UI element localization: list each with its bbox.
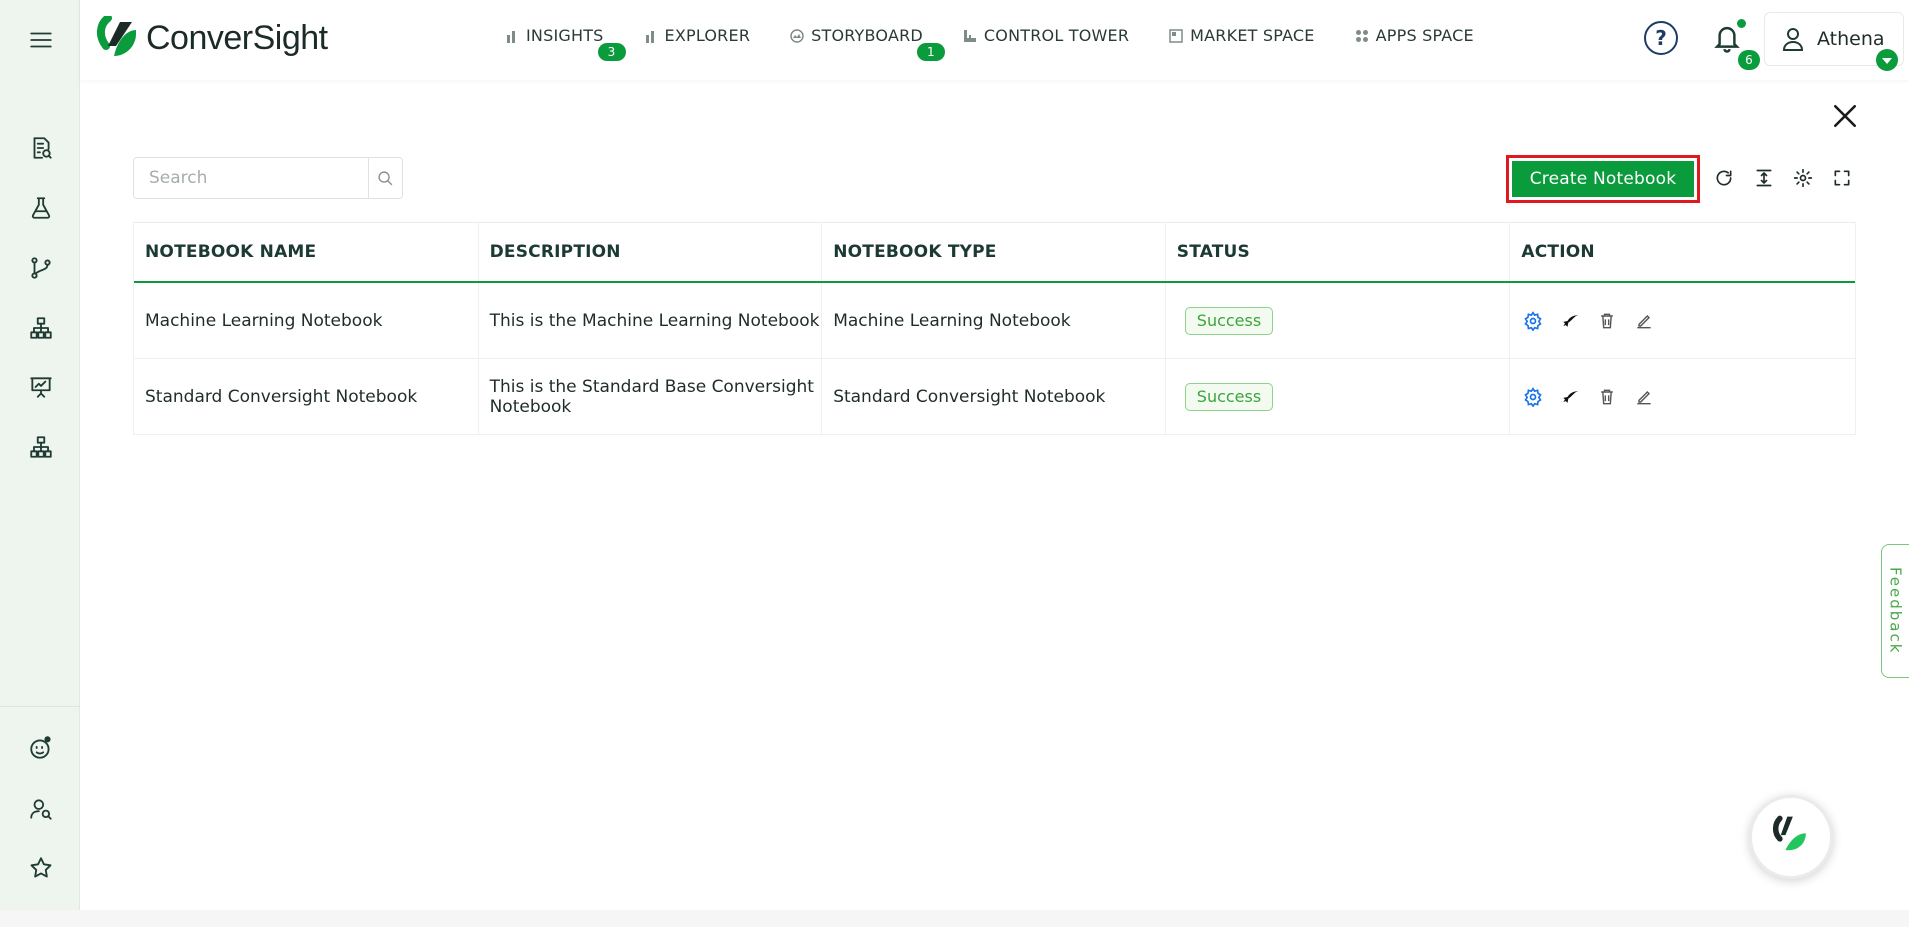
settings-gear-icon[interactable] <box>1791 166 1815 190</box>
search-icon <box>378 170 393 185</box>
nav-label: APPS SPACE <box>1375 26 1474 45</box>
config-gear-icon[interactable] <box>1522 386 1544 408</box>
left-sidebar <box>0 0 80 910</box>
nav-label: EXPLORER <box>664 26 751 45</box>
nav-storyboard[interactable]: STORYBOARD 1 <box>790 26 945 61</box>
nav-badge: 1 <box>916 43 945 61</box>
control-tower-icon <box>963 29 977 43</box>
bar-chart-icon <box>505 29 519 43</box>
feedback-tab[interactable]: Feedback <box>1881 544 1909 678</box>
user-menu-caret-icon[interactable] <box>1876 49 1898 71</box>
presentation-icon[interactable] <box>27 373 55 401</box>
nav-label: MARKET SPACE <box>1190 26 1315 45</box>
storyboard-icon <box>790 28 804 43</box>
column-header-description[interactable]: DESCRIPTION <box>479 223 823 281</box>
action-cell <box>1510 283 1855 358</box>
notebook-name: Machine Learning Notebook <box>134 283 479 358</box>
action-cell <box>1510 359 1855 434</box>
assistant-logo-icon <box>1772 815 1806 851</box>
search-box <box>133 157 403 199</box>
delete-trash-icon[interactable] <box>1596 310 1618 332</box>
menu-icon[interactable] <box>27 26 55 54</box>
refresh-icon[interactable] <box>1712 166 1736 190</box>
search-button[interactable] <box>368 158 402 198</box>
create-notebook-highlight: Create Notebook <box>1506 155 1700 203</box>
notebook-table: NOTEBOOK NAME DESCRIPTION NOTEBOOK TYPE … <box>133 222 1856 435</box>
bar-chart-icon <box>644 29 658 43</box>
market-icon <box>1169 28 1183 43</box>
status-badge: Success <box>1184 306 1274 335</box>
notebook-description: This is the Machine Learning Notebook <box>479 283 823 358</box>
brand-name: ConverSight <box>146 18 328 57</box>
nav-label: INSIGHTS <box>526 26 604 45</box>
assistant-face-icon[interactable] <box>27 734 55 762</box>
brand-logo[interactable]: ConverSight <box>94 14 328 60</box>
nav-control-tower[interactable]: CONTROL TOWER <box>963 26 1129 45</box>
fullscreen-icon[interactable] <box>1830 166 1854 190</box>
status-badge: Success <box>1184 382 1274 411</box>
user-search-icon[interactable] <box>27 795 55 823</box>
grid-icon <box>1355 29 1369 43</box>
nav-explorer[interactable]: EXPLORER <box>644 26 751 45</box>
branch-icon[interactable] <box>27 254 55 282</box>
notification-bell-icon[interactable] <box>1712 22 1742 56</box>
user-icon <box>1782 28 1804 51</box>
edit-pencil-icon[interactable] <box>1633 386 1655 408</box>
star-icon[interactable] <box>27 854 55 882</box>
nav-label: STORYBOARD <box>811 26 923 45</box>
user-name: Athena <box>1817 28 1885 50</box>
delete-trash-icon[interactable] <box>1596 386 1618 408</box>
report-search-icon[interactable] <box>27 134 55 162</box>
nav-market-space[interactable]: MARKET SPACE <box>1169 26 1314 45</box>
table-header: NOTEBOOK NAME DESCRIPTION NOTEBOOK TYPE … <box>134 223 1855 283</box>
launch-rocket-icon[interactable] <box>1559 310 1581 332</box>
nav-apps-space[interactable]: APPS SPACE <box>1355 26 1474 45</box>
launch-rocket-icon[interactable] <box>1559 386 1581 408</box>
nav-badge: 3 <box>597 43 626 61</box>
table-row: Standard Conversight Notebook This is th… <box>134 359 1855 435</box>
feedback-label: Feedback <box>1886 567 1905 655</box>
hierarchy-icon[interactable] <box>27 314 55 342</box>
column-header-type[interactable]: NOTEBOOK TYPE <box>822 223 1166 281</box>
notebook-type: Machine Learning Notebook <box>822 283 1166 358</box>
config-gear-icon[interactable] <box>1522 310 1544 332</box>
close-icon[interactable] <box>1832 103 1858 129</box>
bottom-strip <box>0 910 1909 927</box>
status-cell: Success <box>1166 359 1511 434</box>
column-height-icon[interactable] <box>1752 166 1776 190</box>
status-cell: Success <box>1166 283 1511 358</box>
notebook-type: Standard Conversight Notebook <box>822 359 1166 434</box>
create-notebook-button[interactable]: Create Notebook <box>1512 161 1694 197</box>
flask-icon[interactable] <box>27 194 55 222</box>
sidebar-divider <box>0 706 80 707</box>
hierarchy-icon-2[interactable] <box>27 433 55 461</box>
notebook-name: Standard Conversight Notebook <box>134 359 479 434</box>
logo-mark-icon <box>94 14 140 60</box>
notebook-description: This is the Standard Base Conversight No… <box>479 359 823 434</box>
nav-insights[interactable]: INSIGHTS 3 <box>505 26 626 61</box>
notification-count-badge: 6 <box>1738 50 1760 70</box>
main-nav: INSIGHTS 3 EXPLORER STORYBOARD 1 CONTROL… <box>505 26 1514 61</box>
table-row: Machine Learning Notebook This is the Ma… <box>134 283 1855 359</box>
edit-pencil-icon[interactable] <box>1633 310 1655 332</box>
column-header-status[interactable]: STATUS <box>1166 223 1511 281</box>
nav-label: CONTROL TOWER <box>983 26 1130 45</box>
notification-dot <box>1737 19 1746 28</box>
column-header-action: ACTION <box>1521 242 1595 262</box>
column-header-name[interactable]: NOTEBOOK NAME <box>134 223 479 281</box>
top-bar: ConverSight INSIGHTS 3 EXPLORER STORYBOA… <box>80 0 1909 80</box>
search-input[interactable] <box>134 158 368 198</box>
help-button[interactable]: ? <box>1644 21 1678 55</box>
chat-assistant-button[interactable] <box>1749 795 1833 879</box>
